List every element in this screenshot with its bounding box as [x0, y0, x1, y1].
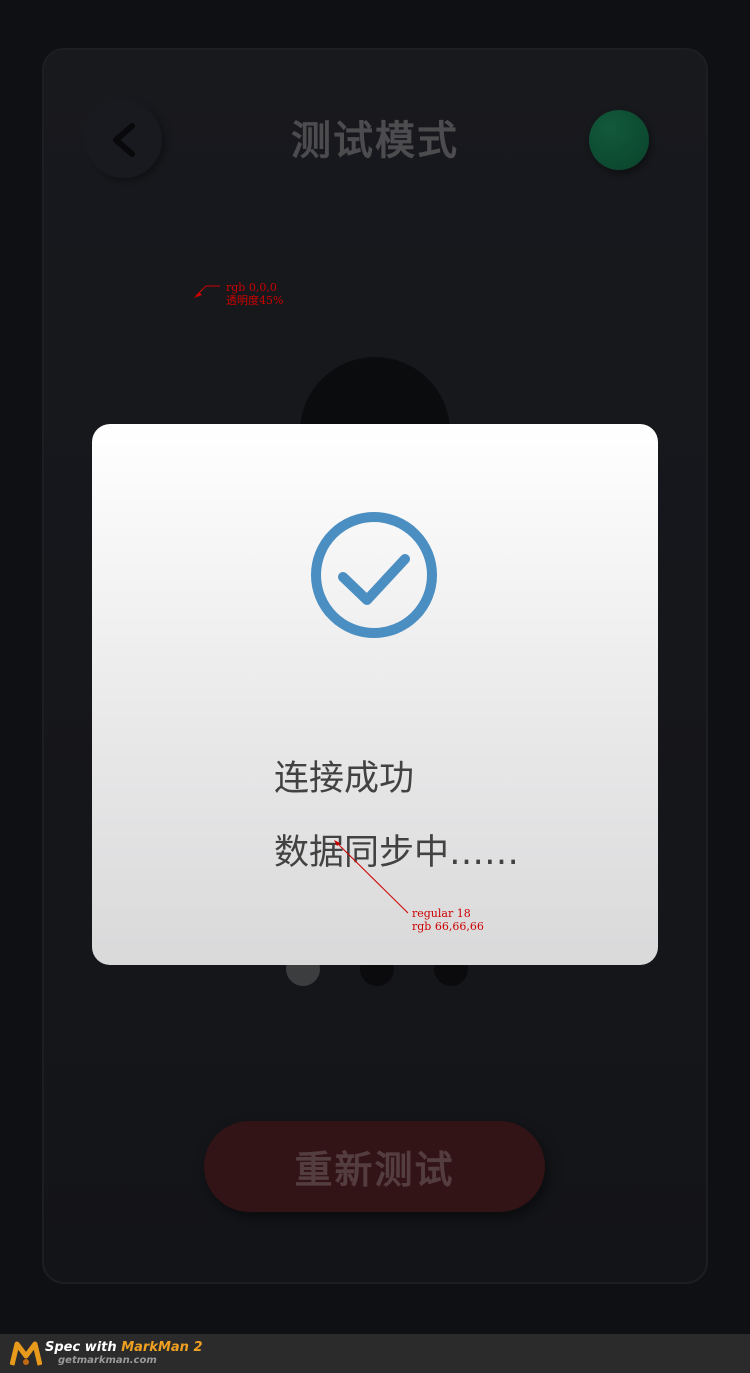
footer-brand: Spec with MarkMan 2	[45, 1340, 203, 1355]
annotation-line: 透明度45%	[226, 294, 284, 307]
annotation-line: regular 18	[412, 907, 471, 920]
annotation-line: rgb 66,66,66	[412, 920, 484, 933]
footer-brand-prefix: Spec with	[45, 1340, 122, 1355]
text-spec-annotation: regular 18 rgb 66,66,66	[412, 907, 484, 933]
overlay-spec-annotation: rgb 0,0,0 透明度45%	[226, 281, 283, 307]
footer-url[interactable]: getmarkman.com	[58, 1355, 157, 1366]
annotation-leader-lines	[194, 285, 409, 914]
markman-logo-icon	[10, 1341, 42, 1366]
footer-brand-name: MarkMan 2	[121, 1340, 203, 1355]
markman-footer: Spec with MarkMan 2 getmarkman.com	[0, 1334, 750, 1373]
annotation-line: rgb 0,0,0	[226, 281, 277, 294]
